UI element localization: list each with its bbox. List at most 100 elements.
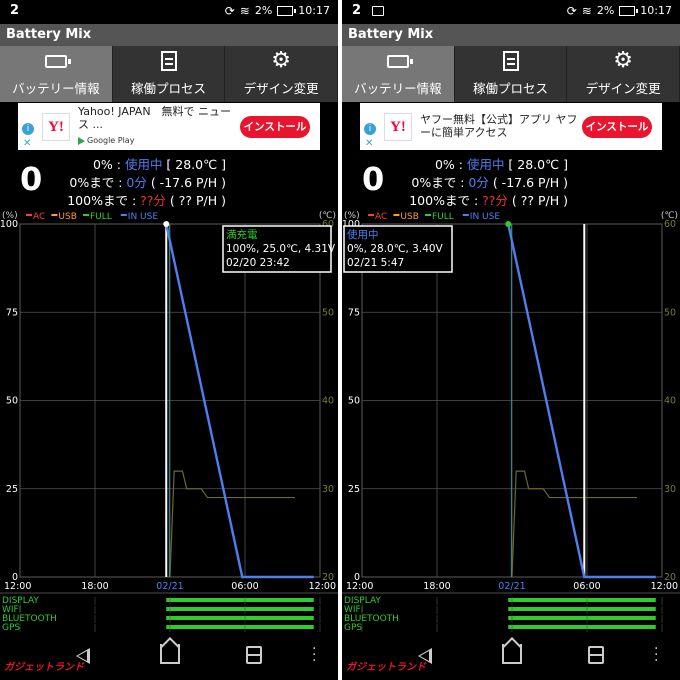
ad-close-icon[interactable]: ✕	[365, 138, 373, 149]
legend-entry: IN USE	[470, 212, 501, 222]
y-tick-label: 100	[0, 219, 18, 230]
x-tick-label: 12:00	[346, 581, 373, 592]
cursor-dot	[163, 221, 170, 227]
yahoo-logo: Y!	[42, 113, 70, 141]
legend-entry: IN USE	[128, 212, 159, 222]
legend-swatch	[51, 214, 58, 216]
tab-battery-info[interactable]: バッテリー情報	[342, 46, 455, 102]
tab-design[interactable]: ⚙ デザイン変更	[567, 46, 680, 102]
list-icon	[500, 50, 522, 72]
y2-tick-label: 40	[664, 396, 676, 407]
tab-label: バッテリー情報	[12, 81, 100, 96]
legend-swatch	[425, 214, 431, 216]
screenshot-left: 2 ⟳ ≋ 2% 10:17 Battery Mix バッテリー情報 稼働プロセ…	[0, 0, 338, 680]
legend-swatch	[120, 214, 127, 216]
legend-swatch	[83, 214, 89, 216]
usage-row-label: GPS	[2, 623, 20, 633]
tab-label: 稼働プロセス	[131, 81, 207, 96]
ad-info-icon[interactable]: i	[364, 123, 376, 135]
battery-percent: 2%	[254, 4, 273, 17]
usage-bar	[166, 625, 314, 629]
tooltip-detail: 100%, 25.0℃, 4.31V	[226, 243, 336, 255]
y2-tick-label: 50	[664, 307, 676, 318]
gear-icon: ⚙	[271, 48, 292, 73]
tab-processes[interactable]: 稼働プロセス	[455, 46, 568, 102]
ad-banner[interactable]: i ✕ Y! ヤフー無料【公式】アプリ ヤフーに簡単アクセス インストール	[360, 103, 662, 150]
tab-label: デザイン変更	[243, 81, 319, 96]
y-tick-label: 50	[348, 396, 360, 407]
status-notification-count: 2	[10, 3, 20, 18]
status-line: 0% : 使用中 [ 28.0℃ ]	[434, 157, 568, 172]
install-button[interactable]: インストール	[240, 116, 310, 138]
x-tick-label: 18:00	[81, 581, 108, 592]
battery-summary: 0 0% : 使用中 [ 28.0℃ ] 0%まで : 0分 ( -17.6 P…	[342, 152, 680, 208]
ad-text: Yahoo! JAPAN 無料で ニュース ...	[78, 105, 232, 131]
ad-text: ヤフー無料【公式】アプリ ヤフーに簡単アクセス	[420, 113, 578, 139]
y2-tick-label: 50	[322, 307, 334, 318]
wifi-icon: ≋	[239, 3, 250, 18]
battery-level: 0	[20, 160, 43, 198]
status-time: 10:17	[298, 4, 330, 17]
battery-level: 0	[362, 160, 385, 198]
nav-bar: ガジェットランド · · ·	[342, 636, 680, 680]
status-time: 10:17	[640, 4, 672, 17]
tab-label: 稼働プロセス	[473, 81, 549, 96]
image-notification-icon	[372, 6, 384, 16]
legend-swatch	[462, 214, 469, 216]
wifi-icon: ≋	[581, 3, 592, 18]
battery-percent: 2%	[596, 4, 615, 17]
tab-processes[interactable]: 稼働プロセス	[113, 46, 226, 102]
y2-tick-label: 40	[322, 396, 334, 407]
battery-icon	[44, 50, 71, 72]
time-to-empty-line: 0%まで : 0分 ( -17.6 P/H )	[411, 175, 568, 190]
tab-label: バッテリー情報	[354, 81, 442, 96]
battery-summary: 0 0% : 使用中 [ 28.0℃ ] 0%まで : 0分 ( -17.6 P…	[0, 152, 338, 208]
battery-chart[interactable]: (%) (℃)AC USB FULL IN USE0255075100203040506…	[0, 204, 338, 636]
cursor-dot	[505, 221, 512, 227]
usage-bar	[166, 598, 314, 602]
battery-status-icon	[619, 5, 639, 16]
usage-row-label: GPS	[344, 623, 362, 633]
x-tick-label: 12:00	[651, 581, 678, 592]
time-to-empty-line: 0%まで : 0分 ( -17.6 P/H )	[69, 175, 226, 190]
usage-bar	[508, 625, 656, 629]
status-right: ⟳ ≋ 2% 10:17	[225, 4, 330, 17]
menu-icon[interactable]: · · ·	[654, 642, 658, 668]
google-play-icon	[78, 136, 85, 145]
usage-bar	[508, 607, 656, 611]
usage-bar	[508, 616, 656, 620]
recents-icon[interactable]	[588, 646, 604, 664]
ad-close-icon[interactable]: ✕	[23, 138, 31, 149]
y-tick-label: 25	[348, 484, 360, 495]
legend-swatch	[26, 214, 32, 216]
status-bar: 2 ⟳ ≋ 2% 10:17	[342, 0, 680, 24]
tab-design[interactable]: ⚙ デザイン変更	[225, 46, 338, 102]
legend-entry: FULL	[90, 212, 112, 222]
tooltip-time: 02/21 5:47	[347, 257, 404, 269]
app-title: Battery Mix	[342, 24, 680, 46]
y2-tick-label: 60	[664, 219, 676, 230]
y-tick-label: 75	[348, 307, 360, 318]
home-icon[interactable]	[160, 644, 180, 664]
y2-tick-label: 30	[664, 484, 676, 495]
recents-icon[interactable]	[246, 646, 262, 664]
ad-banner[interactable]: i ✕ Y! Yahoo! JAPAN 無料で ニュース ... Google …	[18, 103, 320, 150]
x-tick-label: 02/21	[498, 581, 525, 592]
install-button[interactable]: インストール	[582, 116, 652, 138]
tab-label: デザイン変更	[585, 81, 661, 96]
x-tick-label: 02/21	[156, 581, 183, 592]
status-line: 0% : 使用中 [ 28.0℃ ]	[92, 157, 226, 172]
status-right: ⟳ ≋ 2% 10:17	[567, 4, 672, 17]
usage-bar	[508, 598, 656, 602]
legend-entry: USB	[58, 212, 76, 222]
tab-bar: バッテリー情報 稼働プロセス ⚙ デザイン変更	[342, 46, 680, 102]
back-icon[interactable]	[76, 648, 90, 664]
home-icon[interactable]	[502, 644, 522, 664]
y-tick-label: 75	[6, 307, 18, 318]
back-icon[interactable]	[418, 648, 432, 664]
menu-icon[interactable]: · · ·	[312, 642, 316, 668]
tab-battery-info[interactable]: バッテリー情報	[0, 46, 113, 102]
ad-source: Google Play	[78, 136, 134, 145]
ad-info-icon[interactable]: i	[22, 123, 34, 135]
battery-chart[interactable]: (%) (℃)AC USB FULL IN USE0255075100203040506…	[342, 204, 680, 636]
